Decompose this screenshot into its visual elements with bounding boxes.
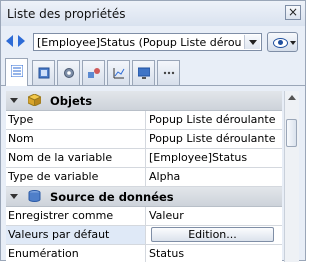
tab-shapes[interactable]	[82, 60, 105, 85]
scroll-up-arrow-icon[interactable]	[288, 95, 296, 100]
previous-object-arrow-icon[interactable]	[6, 35, 13, 47]
property-row[interactable]: Valeurs par défaut Edition...	[6, 226, 282, 245]
section-title: Source de données	[50, 190, 174, 204]
tab-settings[interactable]	[57, 60, 80, 85]
property-row[interactable]: Enumération Status	[6, 245, 282, 262]
collapse-triangle-icon[interactable]	[10, 98, 18, 103]
more-dots-icon	[163, 71, 175, 75]
property-value[interactable]: Valeur	[147, 207, 282, 225]
section-header-objects[interactable]: Objets	[6, 91, 282, 111]
monitor-icon	[138, 67, 150, 79]
scrollbar-thumb[interactable]	[286, 119, 297, 147]
property-row[interactable]: Enregistrer comme Valeur	[6, 207, 282, 226]
object-nav-row: [Employee]Status (Popup Liste déroulante…	[1, 26, 305, 56]
tab-list[interactable]	[5, 58, 28, 86]
eye-icon	[273, 38, 288, 48]
close-button[interactable]: ×	[285, 5, 301, 20]
edit-default-values-button[interactable]: Edition...	[151, 227, 274, 242]
property-name: Enumération	[6, 245, 146, 262]
window-title: Liste des propriétés	[7, 7, 126, 21]
view-options-button[interactable]	[267, 32, 298, 52]
property-row[interactable]: Type de variable Alpha	[6, 168, 282, 187]
property-row[interactable]: Nom de la variable [Employee]Status	[6, 149, 282, 168]
property-name: Type	[6, 111, 146, 129]
property-name: Valeurs par défaut	[6, 226, 146, 244]
selected-object-value: [Employee]Status (Popup Liste déroulante…	[37, 36, 241, 49]
property-value[interactable]: [Employee]Status	[147, 149, 282, 167]
list-icon	[11, 65, 23, 77]
property-name: Nom	[6, 130, 146, 148]
title-bar: Liste des propriétés ×	[1, 1, 305, 26]
vertical-scrollbar[interactable]	[284, 91, 299, 262]
tab-objects[interactable]	[32, 60, 55, 85]
database-icon	[28, 190, 41, 202]
tab-chart[interactable]	[107, 60, 130, 85]
collapse-triangle-icon[interactable]	[10, 194, 18, 199]
property-row[interactable]: Nom Popup Liste déroulante	[6, 130, 282, 149]
property-name: Type de variable	[6, 168, 146, 186]
cube-icon	[28, 94, 41, 106]
tab-display[interactable]	[132, 60, 155, 85]
gear-icon	[64, 68, 74, 78]
section-title: Objets	[50, 94, 93, 108]
section-header-data-source[interactable]: Source de données	[6, 187, 282, 207]
tab-more[interactable]	[157, 60, 180, 85]
property-value[interactable]: Popup Liste déroulante	[147, 111, 282, 129]
property-row[interactable]: Type Popup Liste déroulante	[6, 111, 282, 130]
next-object-arrow-icon[interactable]	[18, 35, 25, 47]
chevron-down-icon[interactable]	[244, 35, 260, 49]
property-name: Nom de la variable	[6, 149, 146, 167]
objects-icon	[38, 67, 50, 79]
property-value[interactable]: Popup Liste déroulante	[147, 130, 282, 148]
chart-icon	[113, 68, 125, 79]
shapes-icon	[88, 68, 100, 78]
property-value[interactable]: Alpha	[147, 168, 282, 186]
property-list-window: Liste des propriétés × [Employee]Status …	[0, 0, 306, 262]
tab-divider	[1, 85, 305, 86]
property-name: Enregistrer comme	[6, 207, 146, 225]
caret-down-icon	[290, 41, 296, 45]
property-theme-tabs	[1, 56, 305, 86]
object-selector-dropdown[interactable]: [Employee]Status (Popup Liste déroulante…	[33, 33, 262, 51]
property-grid: Objets Type Popup Liste déroulante Nom P…	[6, 91, 282, 262]
property-value[interactable]: Status	[147, 245, 282, 262]
